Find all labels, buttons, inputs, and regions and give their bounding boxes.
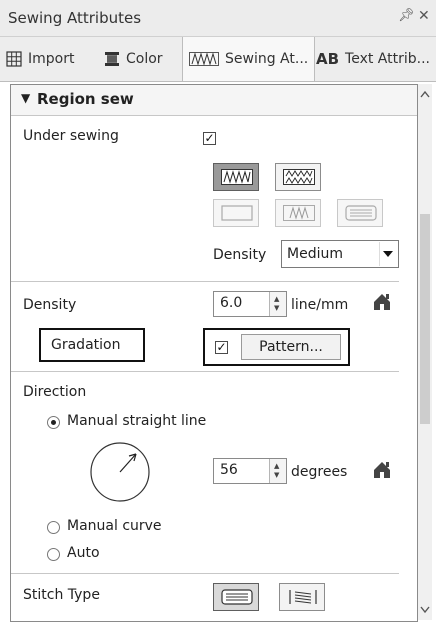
text-ab-icon: AB (316, 50, 340, 68)
density-spinbox[interactable]: 6.0 ▲ ▼ (213, 291, 287, 317)
spool-icon (105, 52, 119, 66)
pin-icon[interactable]: 📌︎ (398, 8, 415, 23)
under-density-select[interactable]: Medium (281, 240, 399, 268)
under-sewing-zigzag-disabled-button[interactable] (275, 199, 321, 227)
grid-icon (6, 51, 22, 67)
section-title: Region sew (37, 90, 134, 108)
under-sewing-fill-button[interactable] (337, 199, 383, 227)
close-icon[interactable]: ✕ (418, 8, 430, 24)
manual-straight-line-label: Manual straight line (67, 413, 207, 429)
angle-unit: degrees (291, 464, 348, 480)
under-sewing-checkbox[interactable]: ✓ (203, 132, 216, 145)
under-sewing-double-zigzag-button[interactable] (275, 163, 321, 191)
double-zigzag-stitch-icon (283, 169, 315, 185)
separator (11, 281, 399, 282)
sewing-attributes-panel: ▼ Region sew Under sewing ✓ Density Medi… (10, 84, 418, 622)
fill-pattern-icon (345, 205, 377, 221)
spin-up-icon[interactable]: ▲ (274, 463, 279, 470)
under-sewing-outline-button[interactable] (213, 199, 259, 227)
tab-color-label: Color (126, 51, 163, 67)
manual-curve-radio[interactable] (47, 521, 60, 534)
vertical-scrollbar[interactable] (418, 84, 432, 620)
window-title: Sewing Attributes (8, 9, 142, 27)
gradation-checkbox[interactable]: ✓ (215, 341, 228, 354)
under-density-value: Medium (287, 246, 343, 262)
house-icon[interactable] (373, 461, 391, 479)
spin-down-icon[interactable]: ▼ (274, 305, 279, 312)
region-sew-header[interactable]: ▼ Region sew (11, 85, 417, 116)
density-spin-buttons[interactable]: ▲ ▼ (269, 292, 286, 316)
direction-label: Direction (23, 384, 87, 400)
under-sewing-zigzag-button[interactable] (213, 163, 259, 191)
tab-sewing-attributes[interactable]: Sewing At... (182, 37, 316, 81)
separator (11, 371, 399, 372)
density-unit: line/mm (291, 297, 349, 313)
density-label: Density (23, 297, 77, 313)
tab-text-attributes[interactable]: AB Text Attrib... (316, 37, 430, 81)
tab-import[interactable]: Import (6, 37, 74, 81)
zigzag-outline-icon (283, 205, 315, 221)
scrollbar-thumb[interactable] (420, 214, 430, 424)
dropdown-button[interactable] (379, 242, 396, 266)
spin-down-icon[interactable]: ▼ (274, 472, 279, 479)
tab-sewing-attributes-label: Sewing At... (225, 51, 309, 67)
stitch-type-parallel-button[interactable] (213, 583, 259, 611)
tab-bar: Import Color Sewing At... AB Text Attrib… (0, 37, 436, 82)
stitch-type-label: Stitch Type (23, 587, 100, 603)
auto-label: Auto (67, 545, 100, 561)
collapse-arrow-icon[interactable]: ▼ (21, 91, 30, 105)
spin-up-icon[interactable]: ▲ (274, 296, 279, 303)
density-value: 6.0 (220, 295, 243, 311)
parallel-fill-icon (221, 589, 253, 605)
stitch-pattern-icon (189, 52, 219, 66)
manual-straight-line-radio[interactable] (47, 416, 60, 429)
pattern-button[interactable]: Pattern... (241, 334, 341, 360)
tab-import-label: Import (28, 51, 75, 67)
angle-spinbox[interactable]: 56 ▲ ▼ (213, 458, 287, 484)
auto-radio[interactable] (47, 548, 60, 561)
pattern-button-label: Pattern... (259, 339, 323, 355)
separator (11, 573, 399, 574)
scroll-down-icon[interactable] (420, 606, 430, 614)
scroll-up-icon[interactable] (420, 90, 430, 98)
radial-fill-icon (289, 590, 317, 604)
title-bar: Sewing Attributes 📌︎ ✕ (0, 0, 436, 37)
gradation-label: Gradation (51, 337, 121, 353)
chevron-down-icon (383, 251, 393, 257)
tab-color[interactable]: Color (104, 37, 163, 81)
zigzag-stitch-icon (221, 169, 253, 185)
under-density-label: Density (213, 247, 267, 263)
under-sewing-label: Under sewing (23, 128, 119, 144)
manual-curve-label: Manual curve (67, 518, 162, 534)
angle-dial-icon[interactable] (89, 441, 151, 503)
outline-stitch-icon (221, 205, 253, 221)
angle-value: 56 (220, 462, 238, 478)
tab-text-attributes-label: Text Attrib... (345, 51, 431, 67)
stitch-type-radial-button[interactable] (279, 583, 325, 611)
angle-spin-buttons[interactable]: ▲ ▼ (269, 459, 286, 483)
house-icon[interactable] (373, 293, 391, 311)
